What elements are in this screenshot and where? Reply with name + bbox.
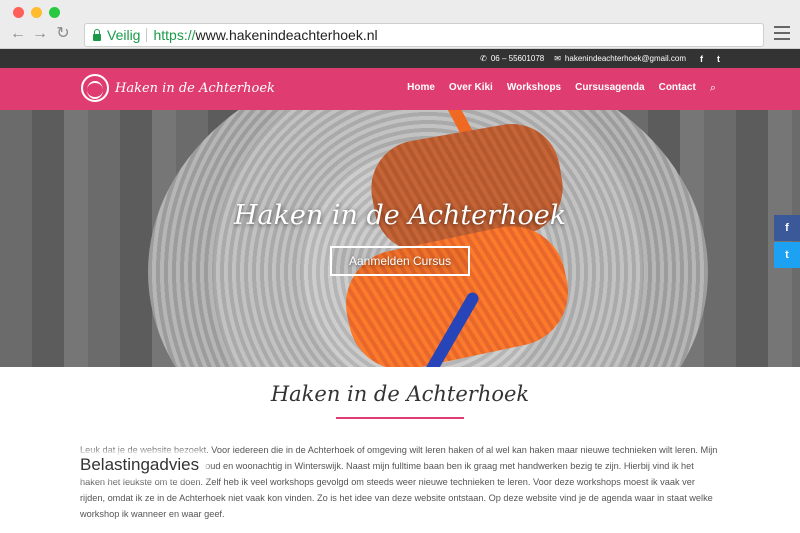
url-protocol: https:// [153,27,196,43]
nav-home[interactable]: Home [407,82,435,95]
share-twitter-button[interactable]: t [774,242,800,268]
phone-icon: ✆ [480,54,487,63]
url-host: www.hakenindeachterhoek.nl [195,27,378,43]
browser-chrome: ← → ↻ Veilig https:// www.hakenindeachte… [0,0,800,49]
minimize-window-button[interactable] [31,7,42,18]
hero-banner: Haken in de Achterhoek Aanmelden Cursus [0,110,800,367]
close-window-button[interactable] [13,7,24,18]
browser-menu-icon[interactable] [774,26,790,44]
forward-arrow-icon[interactable]: → [31,25,49,43]
maximize-window-button[interactable] [49,7,60,18]
register-course-button[interactable]: Aanmelden Cursus [330,246,470,276]
nav-links: Home Over Kiki Workshops Cursusagenda Co… [407,82,716,95]
yarn-ball-icon [81,74,109,102]
facebook-icon[interactable]: f [700,54,703,64]
address-bar[interactable]: Veilig https:// www.hakenindeachterhoek.… [84,23,764,47]
reload-icon[interactable]: ↻ [54,25,72,43]
logo-text: Haken in de Achterhoek [115,80,275,96]
email-address: hakenindeachterhoek@gmail.com [564,54,686,63]
site-logo[interactable]: Haken in de Achterhoek [81,74,275,102]
overlay-label: Belastingadvies [80,455,204,475]
hero-title: Haken in de Achterhoek [233,200,567,231]
search-icon[interactable]: ⌕ [710,82,716,95]
main-navigation: Haken in de Achterhoek Home Over Kiki Wo… [0,68,800,110]
intro-paragraph: Leuk dat je de website bezoekt. Voor ied… [80,445,718,519]
title-divider [336,417,464,419]
mail-icon: ✉ [554,54,561,63]
lock-icon [93,28,101,41]
phone-number: 06 – 55601078 [490,54,545,63]
nav-contact[interactable]: Contact [659,82,696,95]
section-title: Haken in de Achterhoek [270,382,530,406]
phone-link[interactable]: ✆ 06 – 55601078 [480,54,544,63]
secure-label: Veilig [107,27,141,43]
twitter-icon[interactable]: t [717,54,720,64]
nav-workshops[interactable]: Workshops [507,82,561,95]
back-arrow-icon[interactable]: ← [9,25,27,43]
contact-bar: ✆ 06 – 55601078 ✉ hakenindeachterhoek@gm… [0,49,800,68]
email-link[interactable]: ✉ hakenindeachterhoek@gmail.com [554,54,686,63]
share-facebook-button[interactable]: f [774,215,800,241]
nav-cursusagenda[interactable]: Cursusagenda [575,82,644,95]
url-separator [146,28,148,42]
nav-over-kiki[interactable]: Over Kiki [449,82,493,95]
